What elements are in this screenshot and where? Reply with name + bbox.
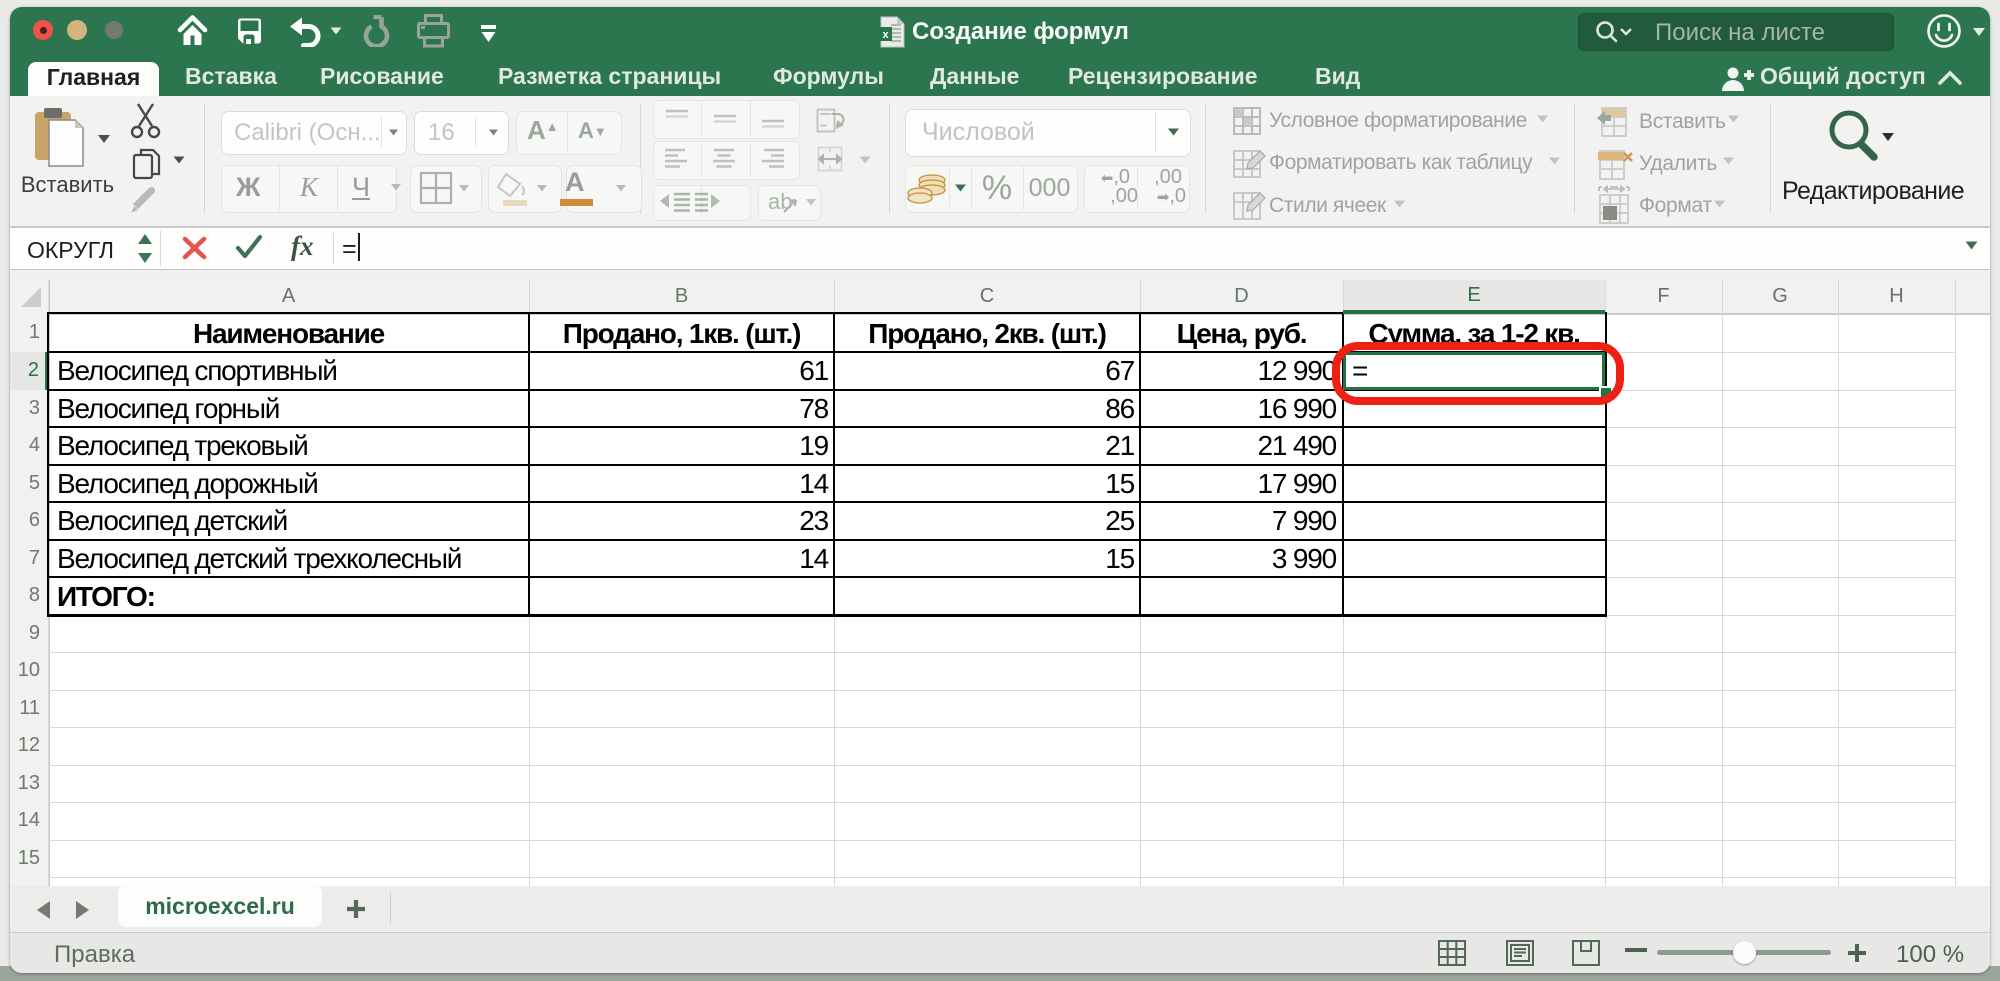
svg-text:x: x — [882, 29, 889, 41]
